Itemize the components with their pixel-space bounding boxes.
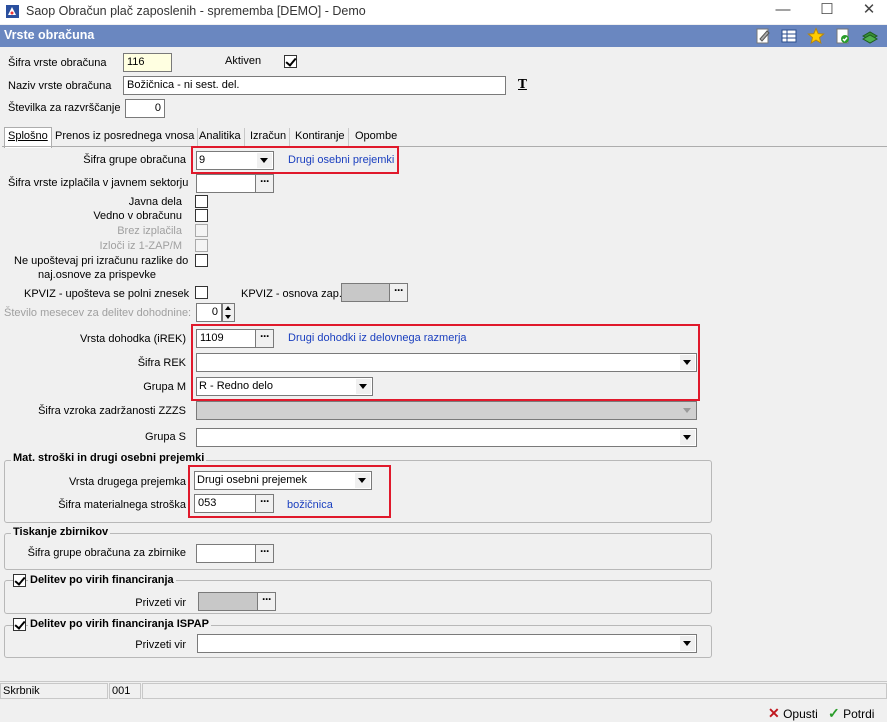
brez-label: Brez izplačila: [117, 225, 182, 237]
izplacila-lookup-button[interactable]: ···: [255, 174, 274, 193]
tab-splosno[interactable]: Splošno: [4, 127, 52, 148]
tab-label: Splošno: [8, 130, 48, 142]
highlight-box: [191, 324, 700, 401]
status-label: Skrbnik: [0, 683, 108, 699]
document-check-icon[interactable]: [834, 27, 852, 45]
chevron-down-icon: [680, 403, 695, 418]
maximize-button[interactable]: ☐: [804, 0, 850, 22]
delitev-group-title: Delitev po virih financiranja: [28, 574, 176, 586]
tab-opombe[interactable]: Opombe: [352, 128, 400, 147]
app-icon: [6, 5, 19, 18]
mat-group-title: Mat. stroški in drugi osebni prejemki: [11, 452, 207, 464]
delitev-checkbox[interactable]: [13, 574, 26, 587]
cancel-icon: ✕: [768, 705, 780, 721]
delitev-ispap-group-title: Delitev po virih financiranja ISPAP: [28, 618, 211, 630]
tab-prenos[interactable]: Prenos iz posrednega vnosa: [52, 128, 199, 147]
cancel-label: Opusti: [783, 707, 818, 721]
ne-upostevaj-label: Ne upoštevaj pri izračunu razlike do: [14, 255, 189, 267]
delitev-lookup-button[interactable]: ···: [257, 592, 276, 611]
tisk-label: Šifra grupe obračuna za zbirnike: [27, 547, 186, 559]
kpviz-osnova-lookup-button[interactable]: ···: [389, 283, 408, 302]
header-title: Vrste obračuna: [4, 28, 95, 42]
window-title: Saop Obračun plač zaposlenih - sprememba…: [26, 4, 366, 18]
mat-vrsta-label: Vrsta drugega prejemka: [69, 476, 186, 488]
title-bar: Saop Obračun plač zaposlenih - sprememba…: [0, 0, 887, 24]
izloci-label: Izloči iz 1-ZAP/M: [99, 240, 182, 252]
dohodek-label: Vrsta dohodka (iREK): [80, 333, 186, 345]
tisk-input[interactable]: [196, 544, 256, 563]
grupa-m-label: Grupa M: [143, 381, 186, 393]
grupa-s-combo[interactable]: [196, 428, 697, 447]
kpviz-label: KPVIZ - upošteva se polni znesek: [24, 288, 190, 300]
chevron-down-icon[interactable]: [680, 636, 695, 651]
naziv-input[interactable]: Božičnica - ni sest. del.: [123, 76, 506, 95]
status-extra: [142, 683, 887, 699]
star-icon[interactable]: [807, 27, 825, 45]
confirm-label: Potrdi: [843, 707, 875, 721]
aktiven-checkbox[interactable]: [284, 55, 297, 68]
ne-upostevaj-checkbox[interactable]: [195, 254, 208, 267]
confirm-icon: ✓: [828, 705, 840, 721]
font-icon[interactable]: T: [518, 77, 527, 91]
sifra-label: Šifra vrste obračuna: [8, 57, 107, 69]
delitev-label: Privzeti vir: [135, 597, 186, 609]
vedno-checkbox[interactable]: [195, 209, 208, 222]
status-value: 001: [109, 683, 141, 699]
izplacila-label: Šifra vrste izplačila v javnem sektorju: [8, 177, 189, 189]
tab-kontiranje[interactable]: Kontiranje: [292, 128, 349, 147]
minimize-button[interactable]: —: [760, 0, 806, 22]
confirm-button[interactable]: ✓ Potrdi: [828, 705, 874, 722]
javna-dela-label: Javna dela: [128, 196, 182, 208]
zzzs-combo: [196, 401, 697, 420]
delitev-ispap-combo[interactable]: [197, 634, 697, 653]
kpviz-osnova-label: KPVIZ - osnova zap.: [241, 288, 342, 300]
mesecev-label: Število mesecev za delitev dohodnine:: [4, 307, 192, 319]
chevron-down-icon[interactable]: [680, 430, 695, 445]
highlight-box: [188, 465, 391, 518]
cancel-button[interactable]: ✕ Opusti: [768, 705, 818, 722]
tab-izracun[interactable]: Izračun: [247, 128, 291, 147]
delitev-input: [198, 592, 258, 611]
highlight-box: [191, 146, 399, 174]
stevilka-label: Številka za razvrščanje: [8, 102, 121, 114]
naziv-label: Naziv vrste obračuna: [8, 80, 112, 92]
izplacila-input[interactable]: [196, 174, 256, 193]
kpviz-osnova-input: [341, 283, 391, 302]
table-icon[interactable]: [780, 27, 798, 45]
izloci-checkbox: [195, 239, 208, 252]
ne-upostevaj-label-2: naj.osnove za prispevke: [38, 269, 157, 281]
javna-dela-checkbox[interactable]: [195, 195, 208, 208]
vedno-label: Vedno v obračunu: [93, 210, 182, 222]
delitev-ispap-label: Privzeti vir: [135, 639, 186, 651]
stevilka-input[interactable]: 0: [125, 99, 165, 118]
grupa-label: Šifra grupe obračuna: [83, 154, 186, 166]
section-header: Vrste obračuna: [0, 25, 887, 47]
close-button[interactable]: ✕: [846, 0, 887, 22]
delitev-ispap-checkbox[interactable]: [13, 618, 26, 631]
status-bar: Skrbnik 001: [0, 681, 887, 699]
mat-sifra-label: Šifra materialnega stroška: [58, 499, 186, 511]
zzzs-label: Šifra vzroka zadržanosti ZZZS: [38, 405, 186, 417]
brez-checkbox: [195, 224, 208, 237]
grupa-s-label: Grupa S: [145, 431, 186, 443]
kpviz-checkbox[interactable]: [195, 286, 208, 299]
mesecev-spinner[interactable]: [222, 303, 235, 322]
books-icon[interactable]: [861, 27, 879, 45]
aktiven-label: Aktiven: [225, 55, 262, 67]
mesecev-input[interactable]: 0: [196, 303, 222, 322]
tisk-lookup-button[interactable]: ···: [255, 544, 274, 563]
tisk-group-title: Tiskanje zbirnikov: [11, 526, 111, 538]
tab-analitika[interactable]: Analitika: [196, 128, 245, 147]
sifra-input[interactable]: 116: [123, 53, 172, 72]
edit-icon[interactable]: [754, 27, 772, 45]
rek-label: Šifra REK: [137, 357, 186, 369]
